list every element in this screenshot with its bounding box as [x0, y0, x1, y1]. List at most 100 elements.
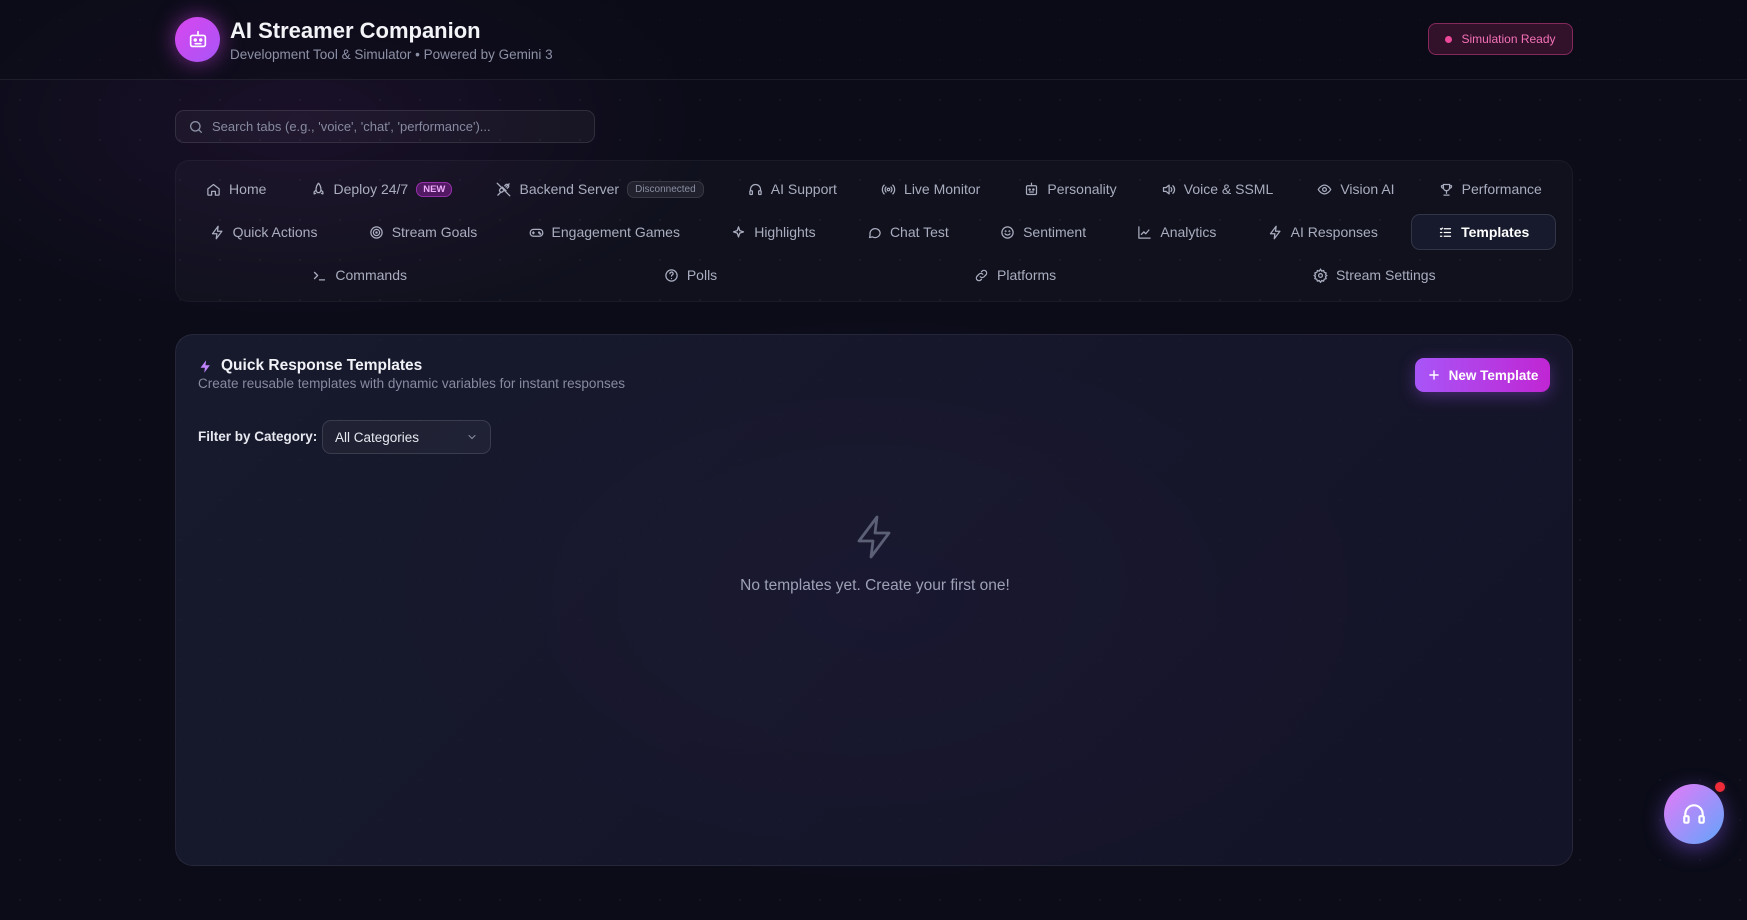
- link-icon: [975, 269, 988, 281]
- tab-label: Performance: [1461, 181, 1542, 197]
- tab-row: Home Deploy 24/7 NEW Backend Server Disc…: [184, 171, 1564, 207]
- bolt-icon: [200, 359, 210, 373]
- tab-navigation: Home Deploy 24/7 NEW Backend Server Disc…: [175, 160, 1573, 302]
- tab-ai-responses[interactable]: AI Responses: [1250, 214, 1396, 250]
- tab-label: AI Support: [770, 181, 837, 197]
- speaker-icon: [1162, 184, 1175, 194]
- terminal-icon: [314, 271, 326, 280]
- tab-personality[interactable]: Personality: [1006, 171, 1134, 207]
- gear-icon: [1313, 267, 1328, 283]
- tab-home[interactable]: Home: [188, 171, 284, 207]
- tab-commands[interactable]: Commands: [294, 257, 425, 293]
- chevron-down-icon: [468, 435, 476, 440]
- support-chat-button[interactable]: [1664, 784, 1724, 844]
- tab-live-monitor[interactable]: Live Monitor: [863, 171, 998, 207]
- tab-stream-goals[interactable]: Stream Goals: [351, 214, 496, 250]
- panel-title-text: Quick Response Templates: [221, 357, 423, 374]
- target-icon: [369, 225, 383, 239]
- tab-label: Stream Settings: [1335, 267, 1436, 283]
- bolt-icon: [211, 225, 223, 239]
- tab-polls[interactable]: Polls: [646, 257, 735, 293]
- tab-label: Engagement Games: [551, 224, 680, 240]
- tab-label: Home: [229, 181, 267, 197]
- connection-badge: Disconnected: [627, 180, 704, 198]
- eye-icon: [1317, 183, 1332, 195]
- tab-sentiment[interactable]: Sentiment: [982, 214, 1104, 250]
- status-badge: Simulation Ready: [1428, 23, 1573, 55]
- new-template-button[interactable]: New Template: [1415, 358, 1550, 392]
- tab-backend-server[interactable]: Backend Server Disconnected: [478, 171, 721, 207]
- tab-ai-support[interactable]: AI Support: [730, 171, 855, 207]
- tab-label: Live Monitor: [904, 181, 981, 197]
- search-icon: [190, 120, 202, 133]
- sparkle-icon: [733, 225, 745, 237]
- tab-search: [175, 110, 595, 143]
- bolt-icon: [857, 515, 891, 559]
- headset-icon: [749, 183, 762, 195]
- tab-label: Stream Goals: [391, 224, 478, 240]
- notification-dot: [1713, 780, 1727, 794]
- tab-quick-actions[interactable]: Quick Actions: [192, 214, 336, 250]
- tab-analytics[interactable]: Analytics: [1119, 214, 1234, 250]
- tab-row: Commands Polls Platforms Stream Settings: [184, 257, 1564, 293]
- tab-label: Analytics: [1160, 224, 1217, 240]
- app-logo: [175, 17, 220, 62]
- tab-label: Commands: [335, 267, 407, 283]
- tab-label: Highlights: [754, 224, 816, 240]
- tab-performance[interactable]: Performance: [1421, 171, 1560, 207]
- chat-bubble-icon: [868, 227, 881, 238]
- help-circle-icon: [665, 268, 678, 282]
- gamepad-icon: [529, 228, 543, 237]
- tab-vision-ai[interactable]: Vision AI: [1299, 171, 1412, 207]
- tab-label: AI Responses: [1290, 224, 1378, 240]
- tab-label: Sentiment: [1023, 224, 1087, 240]
- tab-label: Templates: [1461, 224, 1530, 240]
- empty-state-text: No templates yet. Create your first one!: [740, 577, 1010, 594]
- status-text: Simulation Ready: [1461, 32, 1556, 46]
- home-icon: [207, 183, 220, 196]
- app-header: AI Streamer Companion Development Tool &…: [0, 0, 1747, 80]
- app-subtitle: Development Tool & Simulator • Powered b…: [230, 47, 553, 62]
- tab-label: Vision AI: [1340, 181, 1395, 197]
- tab-row: Quick Actions Stream Goals Engagement Ga…: [184, 214, 1564, 250]
- trophy-icon: [1440, 183, 1452, 196]
- tab-deploy[interactable]: Deploy 24/7 NEW: [293, 171, 471, 207]
- plug-icon: [497, 182, 511, 196]
- broadcast-icon: [881, 184, 896, 194]
- new-badge: NEW: [416, 181, 453, 197]
- tab-label: Voice & SSML: [1183, 181, 1274, 197]
- bolt-icon: [1269, 225, 1281, 239]
- tab-chat-test[interactable]: Chat Test: [849, 214, 967, 250]
- search-input[interactable]: [212, 119, 594, 134]
- app-title: AI Streamer Companion: [230, 18, 481, 43]
- tab-stream-settings[interactable]: Stream Settings: [1295, 257, 1454, 293]
- tab-label: Chat Test: [889, 224, 949, 240]
- category-select[interactable]: All Categories: [322, 420, 491, 454]
- rocket-icon: [313, 182, 323, 194]
- smile-icon: [1001, 225, 1014, 239]
- tab-label: Platforms: [997, 267, 1057, 283]
- robot-icon: [1026, 182, 1038, 195]
- line-chart-icon: [1138, 225, 1152, 239]
- plus-icon: [1428, 370, 1439, 380]
- list-icon: [1439, 227, 1452, 237]
- category-select-value: All Categories: [335, 429, 420, 445]
- status-dot-icon: [1445, 35, 1453, 43]
- tab-label: Backend Server: [519, 181, 620, 197]
- tab-label: Personality: [1047, 181, 1117, 197]
- tab-engagement-games[interactable]: Engagement Games: [511, 214, 698, 250]
- tab-label: Polls: [686, 267, 718, 283]
- templates-panel: Quick Response Templates Create reusable…: [175, 334, 1573, 866]
- tab-highlights[interactable]: Highlights: [713, 214, 833, 250]
- new-template-label: New Template: [1448, 367, 1539, 383]
- headset-icon: [1683, 804, 1705, 824]
- panel-description: Create reusable templates with dynamic v…: [198, 376, 625, 391]
- filter-label: Filter by Category:: [198, 429, 318, 444]
- tab-label: Deploy 24/7: [333, 181, 409, 197]
- tab-label: Quick Actions: [232, 224, 318, 240]
- tab-voice-ssml[interactable]: Voice & SSML: [1143, 171, 1292, 207]
- tab-platforms[interactable]: Platforms: [956, 257, 1074, 293]
- robot-icon: [189, 30, 206, 47]
- panel-title: Quick Response Templates: [198, 357, 422, 375]
- tab-templates[interactable]: Templates: [1411, 214, 1557, 250]
